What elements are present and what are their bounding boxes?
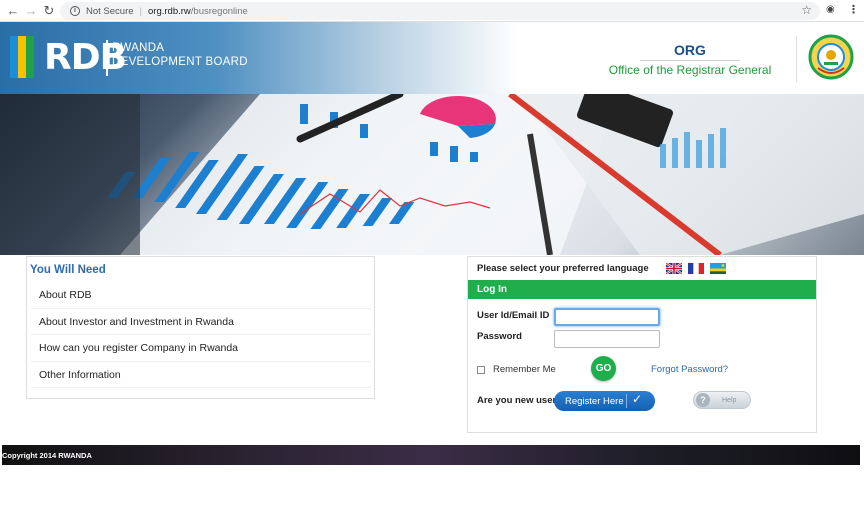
logo-subtitle-line1: RWANDA <box>112 42 165 54</box>
link-other-information[interactable]: Other Information <box>31 362 371 388</box>
copyright-text: Copyright 2014 RWANDA <box>2 451 92 460</box>
help-button[interactable]: ? Help <box>693 391 751 409</box>
language-flags <box>666 263 726 274</box>
go-button[interactable]: GO <box>591 356 616 381</box>
forward-arrow-icon[interactable]: → <box>22 2 40 20</box>
rdb-logo-bars <box>10 36 34 78</box>
back-arrow-icon[interactable]: ← <box>4 2 22 20</box>
header-divider <box>796 36 797 82</box>
password-input[interactable] <box>554 330 660 348</box>
language-prompt: Please select your preferred language <box>477 263 649 274</box>
login-panel: Please select your preferred language Lo… <box>467 256 817 433</box>
rwanda-flag-icon[interactable] <box>710 263 726 274</box>
security-label: Not Secure <box>86 5 134 17</box>
you-will-need-panel: You Will Need About RDB About Investor a… <box>26 256 375 399</box>
link-register-company[interactable]: How can you register Company in Rwanda <box>31 335 371 362</box>
bookmark-star-icon[interactable]: ☆ <box>801 3 812 17</box>
org-title: ORG <box>674 42 706 58</box>
you-will-need-title: You Will Need <box>30 264 106 276</box>
org-title-rule <box>640 60 740 61</box>
info-icon[interactable]: i <box>70 6 80 16</box>
url-host: org.rdb.rw <box>148 5 191 17</box>
remember-me-label: Remember Me <box>493 364 556 375</box>
remember-me-checkbox[interactable] <box>477 365 485 374</box>
hero-banner <box>0 94 864 255</box>
register-button[interactable]: Register Here ✓ <box>554 391 655 411</box>
org-subtitle: Office of the Registrar General <box>608 63 772 77</box>
question-mark-icon: ? <box>696 393 710 407</box>
extension-icon[interactable]: ◉ <box>826 4 835 15</box>
french-flag-icon[interactable] <box>688 263 704 274</box>
english-flag-icon[interactable] <box>666 263 682 274</box>
browser-menu-icon[interactable]: ⋮ <box>848 3 859 16</box>
rwanda-seal-icon <box>808 34 854 80</box>
address-separator: | <box>139 5 142 17</box>
browser-toolbar: ← → ↻ i Not Secure | org.rdb.rw/busregon… <box>0 0 864 22</box>
login-section-header: Log In <box>468 280 816 299</box>
checkmark-icon: ✓ <box>632 392 643 406</box>
logo-bar-blue <box>10 36 18 78</box>
register-button-divider <box>626 394 627 408</box>
help-button-label: Help <box>722 396 737 404</box>
userid-label: User Id/Email ID <box>477 310 550 321</box>
url-path: /busregonline <box>190 5 248 17</box>
userid-input[interactable] <box>554 308 660 326</box>
logo-bar-yellow <box>18 36 26 78</box>
address-bar[interactable]: i Not Secure | org.rdb.rw/busregonline ☆ <box>60 2 820 20</box>
link-about-investor[interactable]: About Investor and Investment in Rwanda <box>31 309 371 335</box>
new-user-label: Are you new user? <box>477 395 562 406</box>
rdb-logo-subtitle: RWANDA DEVELOPMENT BOARD <box>112 41 248 69</box>
site-footer: Copyright 2014 RWANDA <box>2 445 860 465</box>
password-label: Password <box>477 331 522 342</box>
logo-divider <box>106 40 108 76</box>
remember-me[interactable]: Remember Me <box>477 364 556 375</box>
logo-subtitle-line2: DEVELOPMENT BOARD <box>112 56 248 68</box>
logo-bar-green <box>26 36 34 78</box>
hero-chart-illustration <box>0 94 864 255</box>
site-header: RDB RWANDA DEVELOPMENT BOARD ORG Office … <box>0 22 864 94</box>
link-about-rdb[interactable]: About RDB <box>31 282 371 309</box>
register-button-label: Register Here <box>565 395 624 407</box>
info-link-list: About RDB About Investor and Investment … <box>31 282 371 388</box>
forgot-password-link[interactable]: Forgot Password? <box>651 364 728 375</box>
reload-icon[interactable]: ↻ <box>40 2 58 20</box>
